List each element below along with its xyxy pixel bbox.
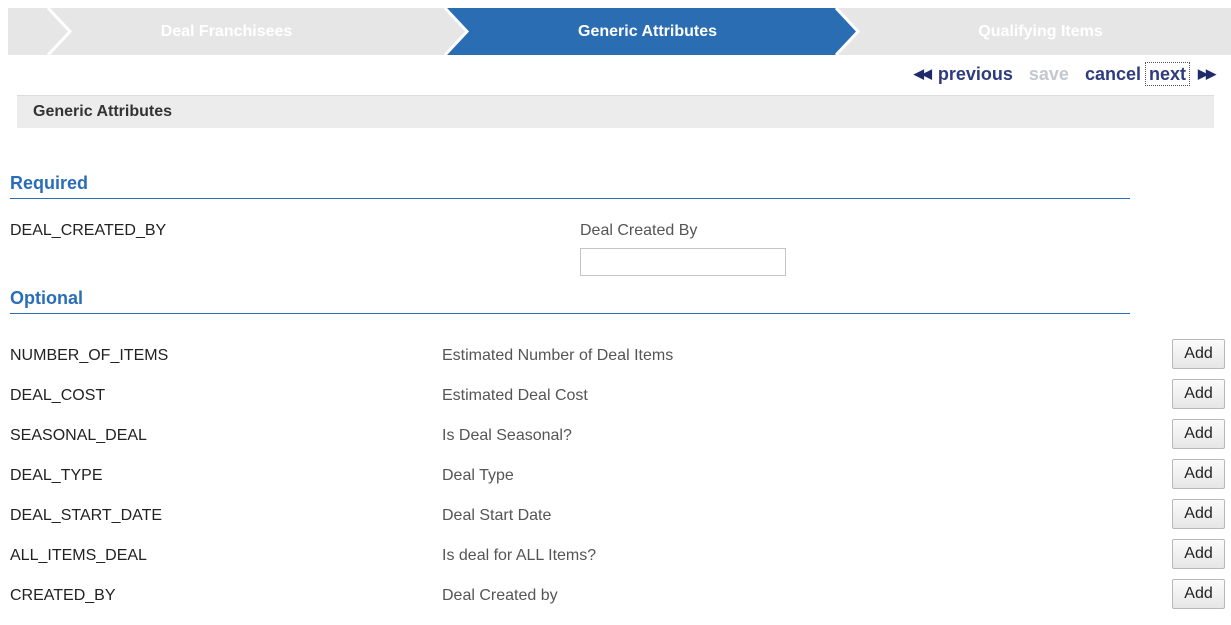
deal-created-by-input[interactable] xyxy=(580,248,786,276)
attribute-name: DEAL_COST xyxy=(10,387,106,404)
add-button[interactable]: Add xyxy=(1172,419,1225,449)
step-label: Deal Franchisees xyxy=(160,22,293,40)
attribute-description: Is Deal Seasonal? xyxy=(442,427,572,444)
required-heading: Required xyxy=(10,173,1130,199)
step-generic-attributes[interactable]: Generic Attributes xyxy=(445,8,850,55)
wizard-steps: Deal Franchisees Generic Attributes Qual… xyxy=(8,8,1231,55)
next-link[interactable]: next xyxy=(1144,62,1190,86)
attribute-name: NUMBER_OF_ITEMS xyxy=(10,347,169,364)
save-link: save xyxy=(1028,63,1069,84)
attribute-name: DEAL_START_DATE xyxy=(10,507,163,524)
optional-row-deal-start-date: DEAL_START_DATE Deal Start Date Add xyxy=(10,499,1225,533)
section-header: Generic Attributes xyxy=(17,95,1214,128)
optional-row-number-of-items: NUMBER_OF_ITEMS Estimated Number of Deal… xyxy=(10,339,1225,373)
attribute-description: Deal Start Date xyxy=(442,507,552,524)
step-label: Generic Attributes xyxy=(578,22,717,40)
optional-heading: Optional xyxy=(10,288,1130,314)
attribute-description: Estimated Deal Cost xyxy=(442,387,588,404)
step-deal-franchisees[interactable]: Deal Franchisees xyxy=(8,8,445,55)
next-arrow-icon[interactable]: ▶▶ xyxy=(1198,66,1216,82)
previous-arrow-icon[interactable]: ◀◀ xyxy=(914,66,932,82)
attribute-description: Deal Created By xyxy=(580,222,698,239)
attribute-name: DEAL_TYPE xyxy=(10,467,103,484)
add-button[interactable]: Add xyxy=(1172,539,1225,569)
attribute-description: Estimated Number of Deal Items xyxy=(442,347,674,364)
step-label: Qualifying Items xyxy=(978,22,1103,40)
optional-row-created-by: CREATED_BY Deal Created by Add xyxy=(10,579,1225,613)
optional-row-all-items-deal: ALL_ITEMS_DEAL Is deal for ALL Items? Ad… xyxy=(10,539,1225,573)
attribute-name: ALL_ITEMS_DEAL xyxy=(10,547,147,564)
add-button[interactable]: Add xyxy=(1172,339,1225,369)
next-label: next xyxy=(1148,64,1186,84)
optional-row-seasonal-deal: SEASONAL_DEAL Is Deal Seasonal? Add xyxy=(10,419,1225,453)
add-button[interactable]: Add xyxy=(1172,579,1225,609)
attribute-name: SEASONAL_DEAL xyxy=(10,427,147,444)
attribute-description: Deal Type xyxy=(442,467,514,484)
wizard-nav: ◀◀ previous save cancel next ▶▶ xyxy=(914,60,1216,88)
add-button[interactable]: Add xyxy=(1172,459,1225,489)
attribute-name: DEAL_CREATED_BY xyxy=(10,222,167,239)
add-button[interactable]: Add xyxy=(1172,379,1225,409)
section-title: Generic Attributes xyxy=(33,103,172,120)
step-qualifying-items[interactable]: Qualifying Items xyxy=(850,8,1231,55)
optional-row-deal-type: DEAL_TYPE Deal Type Add xyxy=(10,459,1225,493)
attribute-description: Deal Created by xyxy=(442,587,558,604)
optional-row-deal-cost: DEAL_COST Estimated Deal Cost Add xyxy=(10,379,1225,413)
cancel-link[interactable]: cancel xyxy=(1085,64,1141,85)
add-button[interactable]: Add xyxy=(1172,499,1225,529)
attribute-name: CREATED_BY xyxy=(10,587,116,604)
attribute-description: Is deal for ALL Items? xyxy=(442,547,597,564)
previous-link[interactable]: previous xyxy=(938,64,1013,85)
